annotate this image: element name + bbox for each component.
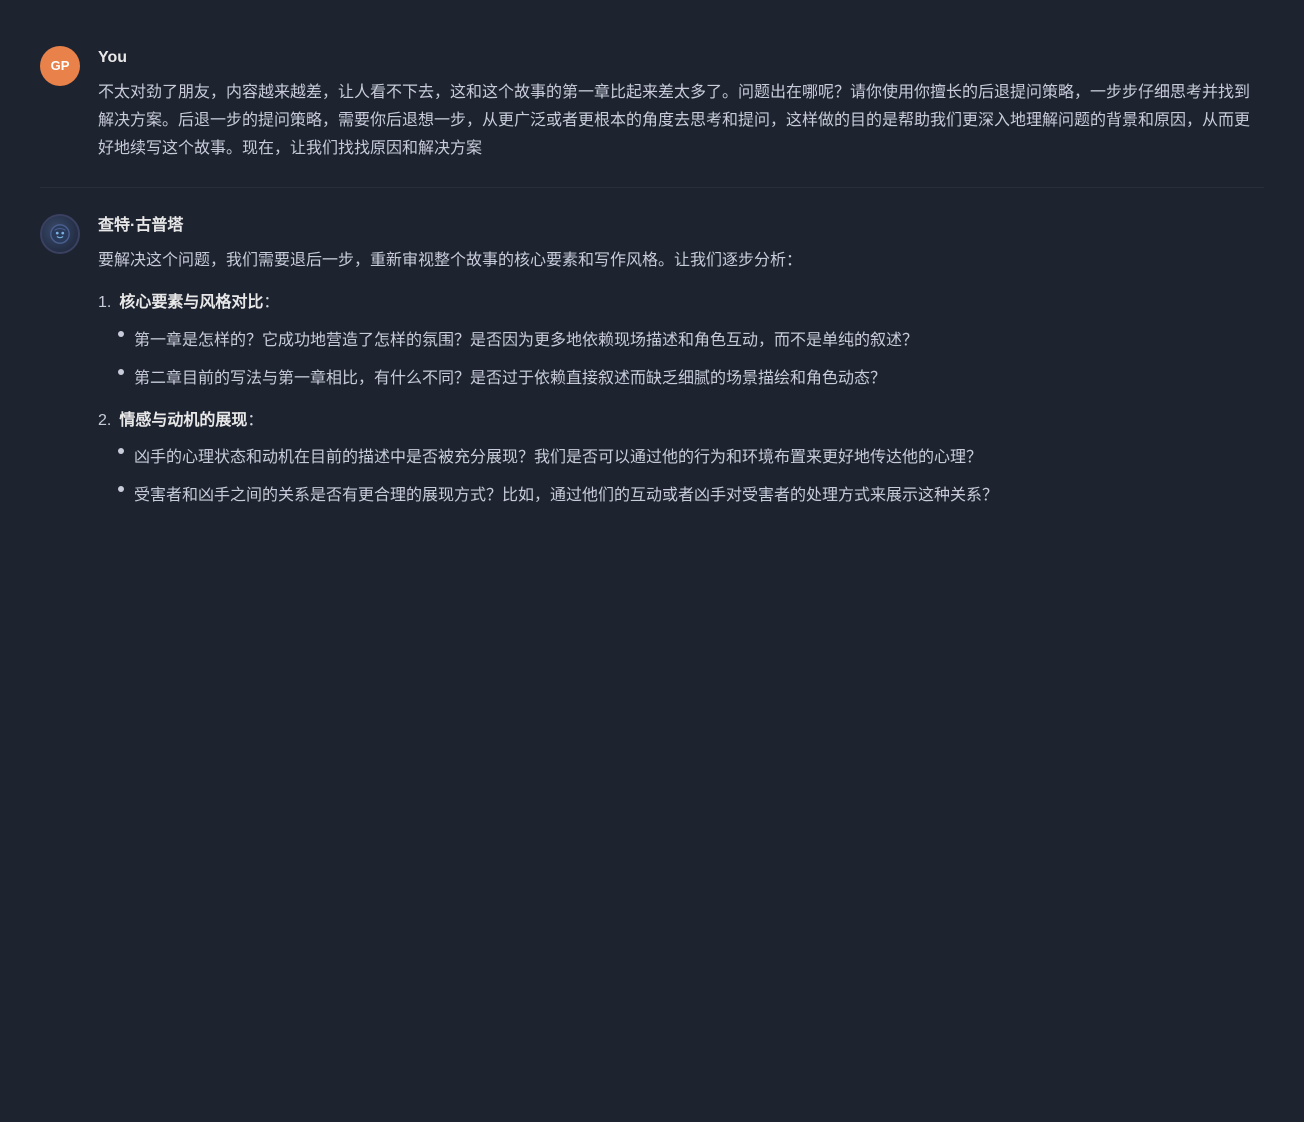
bot-sender-name: 查特·古普塔 <box>98 212 1264 239</box>
section-1-bullet-2: 第二章目前的写法与第一章相比，有什么不同？是否过于依赖直接叙述而缺乏细腻的场景描… <box>118 365 1264 393</box>
section-2-bullet-1: 凶手的心理状态和动机在目前的描述中是否被充分展现？我们是否可以通过他的行为和环境… <box>118 444 1264 472</box>
bot-intro-text: 要解决这个问题，我们需要退后一步，重新审视整个故事的核心要素和写作风格。让我们逐… <box>98 247 1264 275</box>
section-2-bullet-2: 受害者和凶手之间的关系是否有更合理的展现方式？比如，通过他们的互动或者凶手对受害… <box>118 482 1264 510</box>
section-1-bullet-1: 第一章是怎样的？它成功地营造了怎样的氛围？是否因为更多地依赖现场描述和角色互动，… <box>118 327 1264 355</box>
section-2-colon: ： <box>247 412 263 429</box>
bot-sections-list: 1. 核心要素与风格对比： 第一章是怎样的？它成功地营造了怎样的氛围？是否因为更… <box>98 289 1264 509</box>
bullet-dot-icon <box>118 486 124 492</box>
bot-section-2: 2. 情感与动机的展现： 凶手的心理状态和动机在目前的描述中是否被充分展现？我们… <box>98 407 1264 510</box>
user-avatar-initials: GP <box>51 55 70 77</box>
section-1-label-text: 核心要素与风格对比： <box>119 289 279 316</box>
section-1-bullet-2-text: 第二章目前的写法与第一章相比，有什么不同？是否过于依赖直接叙述而缺乏细腻的场景描… <box>134 365 886 393</box>
bot-avatar-inner <box>42 216 78 252</box>
section-2-header: 2. 情感与动机的展现： <box>98 407 1264 434</box>
section-1-bullets: 第一章是怎样的？它成功地营造了怎样的氛围？是否因为更多地依赖现场描述和角色互动，… <box>98 327 1264 393</box>
section-1-colon: ： <box>263 294 279 311</box>
section-2-bullet-2-text: 受害者和凶手之间的关系是否有更合理的展现方式？比如，通过他们的互动或者凶手对受害… <box>134 482 998 510</box>
user-message-text: 不太对劲了朋友，内容越来越差，让人看不下去，这和这个故事的第一章比起来差太多了。… <box>98 79 1264 163</box>
section-2-label: 情感与动机的展现 <box>119 412 247 429</box>
bot-section-1: 1. 核心要素与风格对比： 第一章是怎样的？它成功地营造了怎样的氛围？是否因为更… <box>98 289 1264 392</box>
section-1-label: 核心要素与风格对比 <box>119 294 263 311</box>
bot-message-content: 查特·古普塔 要解决这个问题，我们需要退后一步，重新审视整个故事的核心要素和写作… <box>98 212 1264 524</box>
section-1-bullet-1-text: 第一章是怎样的？它成功地营造了怎样的氛围？是否因为更多地依赖现场描述和角色互动，… <box>134 327 918 355</box>
bot-avatar <box>40 214 80 254</box>
user-avatar: GP <box>40 46 80 86</box>
user-sender-name: You <box>98 44 1264 71</box>
bullet-dot-icon <box>118 369 124 375</box>
chat-container: GP You 不太对劲了朋友，内容越来越差，让人看不下去，这和这个故事的第一章比… <box>0 0 1304 568</box>
bot-message: 查特·古普塔 要解决这个问题，我们需要退后一步，重新审视整个故事的核心要素和写作… <box>40 187 1264 548</box>
section-1-number: 1. <box>98 289 111 316</box>
bot-avatar-icon <box>49 223 71 245</box>
user-message-content: You 不太对劲了朋友，内容越来越差，让人看不下去，这和这个故事的第一章比起来差… <box>98 44 1264 163</box>
user-message: GP You 不太对劲了朋友，内容越来越差，让人看不下去，这和这个故事的第一章比… <box>40 20 1264 187</box>
bullet-dot-icon <box>118 448 124 454</box>
section-2-bullet-1-text: 凶手的心理状态和动机在目前的描述中是否被充分展现？我们是否可以通过他的行为和环境… <box>134 444 982 472</box>
section-2-bullets: 凶手的心理状态和动机在目前的描述中是否被充分展现？我们是否可以通过他的行为和环境… <box>98 444 1264 510</box>
section-2-label-text: 情感与动机的展现： <box>119 407 263 434</box>
bullet-dot-icon <box>118 331 124 337</box>
section-1-header: 1. 核心要素与风格对比： <box>98 289 1264 316</box>
section-2-number: 2. <box>98 407 111 434</box>
